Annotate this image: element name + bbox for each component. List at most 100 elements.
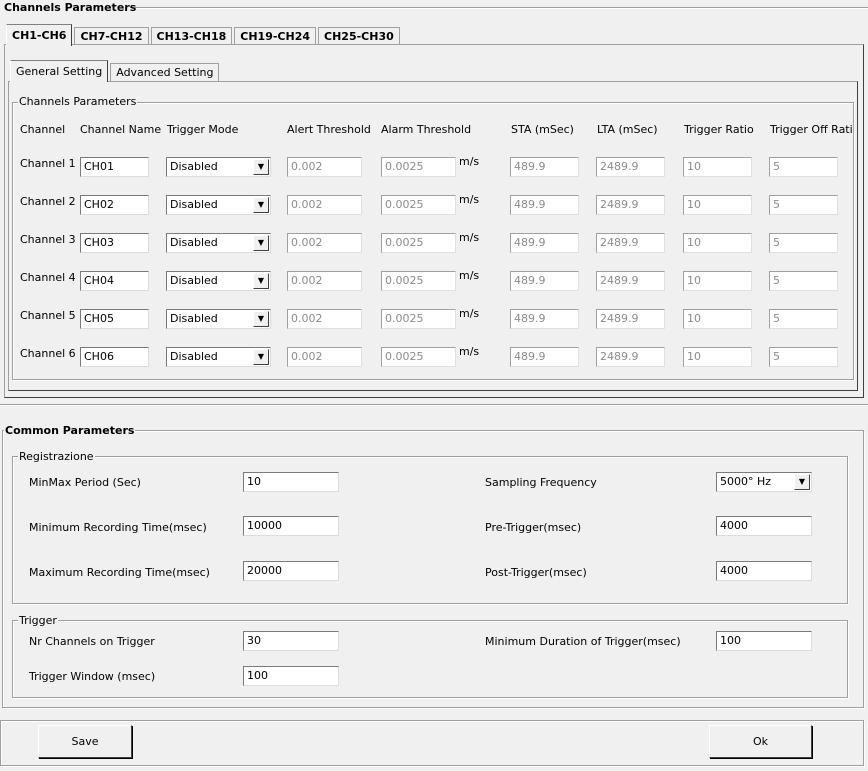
alert-threshold-input: 0.002 xyxy=(287,157,362,177)
unit-label: m/s xyxy=(459,231,480,244)
channel-name-input[interactable]: CH05 xyxy=(80,309,149,329)
nr-channels-input[interactable]: 30 xyxy=(243,631,339,651)
lta-input: 2489.9 xyxy=(596,309,665,329)
max-recording-time-label: Maximum Recording Time(msec) xyxy=(29,566,210,579)
alarm-threshold-input: 0.0025 xyxy=(381,271,456,291)
lta-input: 2489.9 xyxy=(596,233,665,253)
channel-name-input[interactable]: CH06 xyxy=(80,347,149,367)
min-recording-time-label: Minimum Recording Time(msec) xyxy=(29,521,207,534)
trigger-ratio-input: 10 xyxy=(683,347,752,367)
trigger-mode-select[interactable]: Disabled ▼ xyxy=(166,347,271,367)
header-lta: LTA (mSec) xyxy=(597,123,658,136)
registrazione-title: Registrazione xyxy=(18,450,95,463)
trigger-mode-select[interactable]: Disabled ▼ xyxy=(166,233,271,253)
alarm-threshold-input: 0.0025 xyxy=(381,157,456,177)
unit-label: m/s xyxy=(459,307,480,320)
channel-name-input[interactable]: CH02 xyxy=(80,195,149,215)
channel-name-input[interactable]: CH01 xyxy=(80,157,149,177)
save-button[interactable]: Save xyxy=(38,725,132,758)
trigger-ratio-input: 10 xyxy=(683,271,752,291)
alarm-threshold-input: 0.0025 xyxy=(381,233,456,253)
trigger-off-ratio-input: 5 xyxy=(769,233,838,253)
header-channel-name: Channel Name xyxy=(80,123,162,136)
trigger-group-title: Trigger xyxy=(18,614,58,627)
section-separator xyxy=(0,404,868,406)
tab-advanced-setting[interactable]: Advanced Setting xyxy=(110,63,220,82)
lta-input: 2489.9 xyxy=(596,195,665,215)
channel-tabs: CH1-CH6 CH7-CH12 CH13-CH18 CH19-CH24 CH2… xyxy=(6,24,402,46)
max-recording-time-input[interactable]: 20000 xyxy=(243,561,339,581)
sta-input: 489.9 xyxy=(510,347,579,367)
chevron-down-icon[interactable]: ▼ xyxy=(253,197,269,213)
trigger-window-input[interactable]: 100 xyxy=(243,666,339,686)
chevron-down-icon[interactable]: ▼ xyxy=(253,311,269,327)
header-trigger-mode: Trigger Mode xyxy=(167,123,239,136)
alert-threshold-input: 0.002 xyxy=(287,309,362,329)
post-trigger-input[interactable]: 4000 xyxy=(716,561,812,581)
sampling-frequency-label: Sampling Frequency xyxy=(485,476,597,489)
channel-label: Channel 5 xyxy=(20,309,76,322)
sta-input: 489.9 xyxy=(510,233,579,253)
chevron-down-icon[interactable]: ▼ xyxy=(794,474,810,490)
alarm-threshold-input: 0.0025 xyxy=(381,195,456,215)
alert-threshold-input: 0.002 xyxy=(287,233,362,253)
header-sta: STA (mSec) xyxy=(511,123,574,136)
channel-name-input[interactable]: CH03 xyxy=(80,233,149,253)
trigger-off-ratio-input: 5 xyxy=(769,309,838,329)
trigger-mode-value: Disabled xyxy=(170,350,218,363)
trigger-mode-select[interactable]: Disabled ▼ xyxy=(166,195,271,215)
section-divider xyxy=(130,7,868,9)
alert-threshold-input: 0.002 xyxy=(287,195,362,215)
trigger-mode-select[interactable]: Disabled ▼ xyxy=(166,309,271,329)
lta-input: 2489.9 xyxy=(596,271,665,291)
channels-section-title: Channels Parameters xyxy=(4,1,137,14)
tab-general-setting[interactable]: General Setting xyxy=(10,60,109,82)
header-channel: Channel xyxy=(20,123,66,136)
trigger-ratio-input: 10 xyxy=(683,157,752,177)
lta-input: 2489.9 xyxy=(596,157,665,177)
setting-tabs: General Setting Advanced Setting xyxy=(10,60,221,82)
alert-threshold-input: 0.002 xyxy=(287,271,362,291)
chevron-down-icon[interactable]: ▼ xyxy=(253,159,269,175)
chevron-down-icon[interactable]: ▼ xyxy=(253,349,269,365)
alarm-threshold-input: 0.0025 xyxy=(381,309,456,329)
trigger-mode-value: Disabled xyxy=(170,198,218,211)
channel-name-input[interactable]: CH04 xyxy=(80,271,149,291)
trigger-off-ratio-input: 5 xyxy=(769,195,838,215)
trigger-ratio-input: 10 xyxy=(683,309,752,329)
trigger-mode-value: Disabled xyxy=(170,274,218,287)
trigger-ratio-input: 10 xyxy=(683,233,752,253)
header-alarm-threshold: Alarm Threshold xyxy=(381,123,472,136)
alarm-threshold-input: 0.0025 xyxy=(381,347,456,367)
channel-label: Channel 4 xyxy=(20,271,76,284)
tab-ch1-ch6[interactable]: CH1-CH6 xyxy=(6,24,73,46)
minmax-period-label: MinMax Period (Sec) xyxy=(29,476,141,489)
trigger-mode-value: Disabled xyxy=(170,236,218,249)
unit-label: m/s xyxy=(459,269,480,282)
trigger-off-ratio-input: 5 xyxy=(769,271,838,291)
trigger-off-ratio-input: 5 xyxy=(769,347,838,367)
post-trigger-label: Post-Trigger(msec) xyxy=(485,566,587,579)
minmax-period-input[interactable]: 10 xyxy=(243,472,339,492)
channel-label: Channel 6 xyxy=(20,347,76,360)
chevron-down-icon[interactable]: ▼ xyxy=(253,273,269,289)
chevron-down-icon[interactable]: ▼ xyxy=(253,235,269,251)
trigger-mode-select[interactable]: Disabled ▼ xyxy=(166,271,271,291)
min-recording-time-input[interactable]: 10000 xyxy=(243,516,339,536)
unit-label: m/s xyxy=(459,155,480,168)
nr-channels-label: Nr Channels on Trigger xyxy=(29,635,155,648)
sampling-frequency-select[interactable]: 5000° Hz ▼ xyxy=(716,472,812,492)
sta-input: 489.9 xyxy=(510,271,579,291)
pre-trigger-input[interactable]: 4000 xyxy=(716,516,812,536)
min-duration-trigger-input[interactable]: 100 xyxy=(716,631,812,651)
min-duration-trigger-label: Minimum Duration of Trigger(msec) xyxy=(485,635,681,648)
trigger-off-ratio-input: 5 xyxy=(769,157,838,177)
header-trigger-off-ratio: Trigger Off Ratio xyxy=(770,123,853,136)
ok-button[interactable]: Ok xyxy=(709,725,812,758)
sta-input: 489.9 xyxy=(510,157,579,177)
trigger-mode-select[interactable]: Disabled ▼ xyxy=(166,157,271,177)
pre-trigger-label: Pre-Trigger(msec) xyxy=(485,521,582,534)
trigger-mode-value: Disabled xyxy=(170,160,218,173)
lta-input: 2489.9 xyxy=(596,347,665,367)
channel-label: Channel 2 xyxy=(20,195,76,208)
